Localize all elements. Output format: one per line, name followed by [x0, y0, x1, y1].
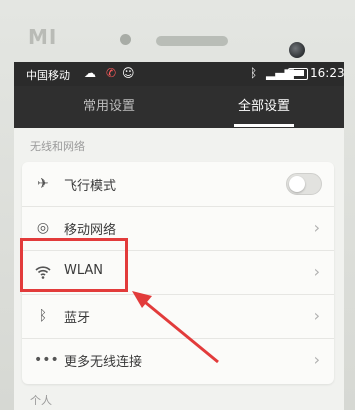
phone-body: MI 中国移动 ☁ ✆ ☺ ᛒ ▂▄▆ 16:23 常用设置 全部设置 无线和网…	[0, 0, 355, 410]
annotation-arrow	[132, 291, 219, 364]
